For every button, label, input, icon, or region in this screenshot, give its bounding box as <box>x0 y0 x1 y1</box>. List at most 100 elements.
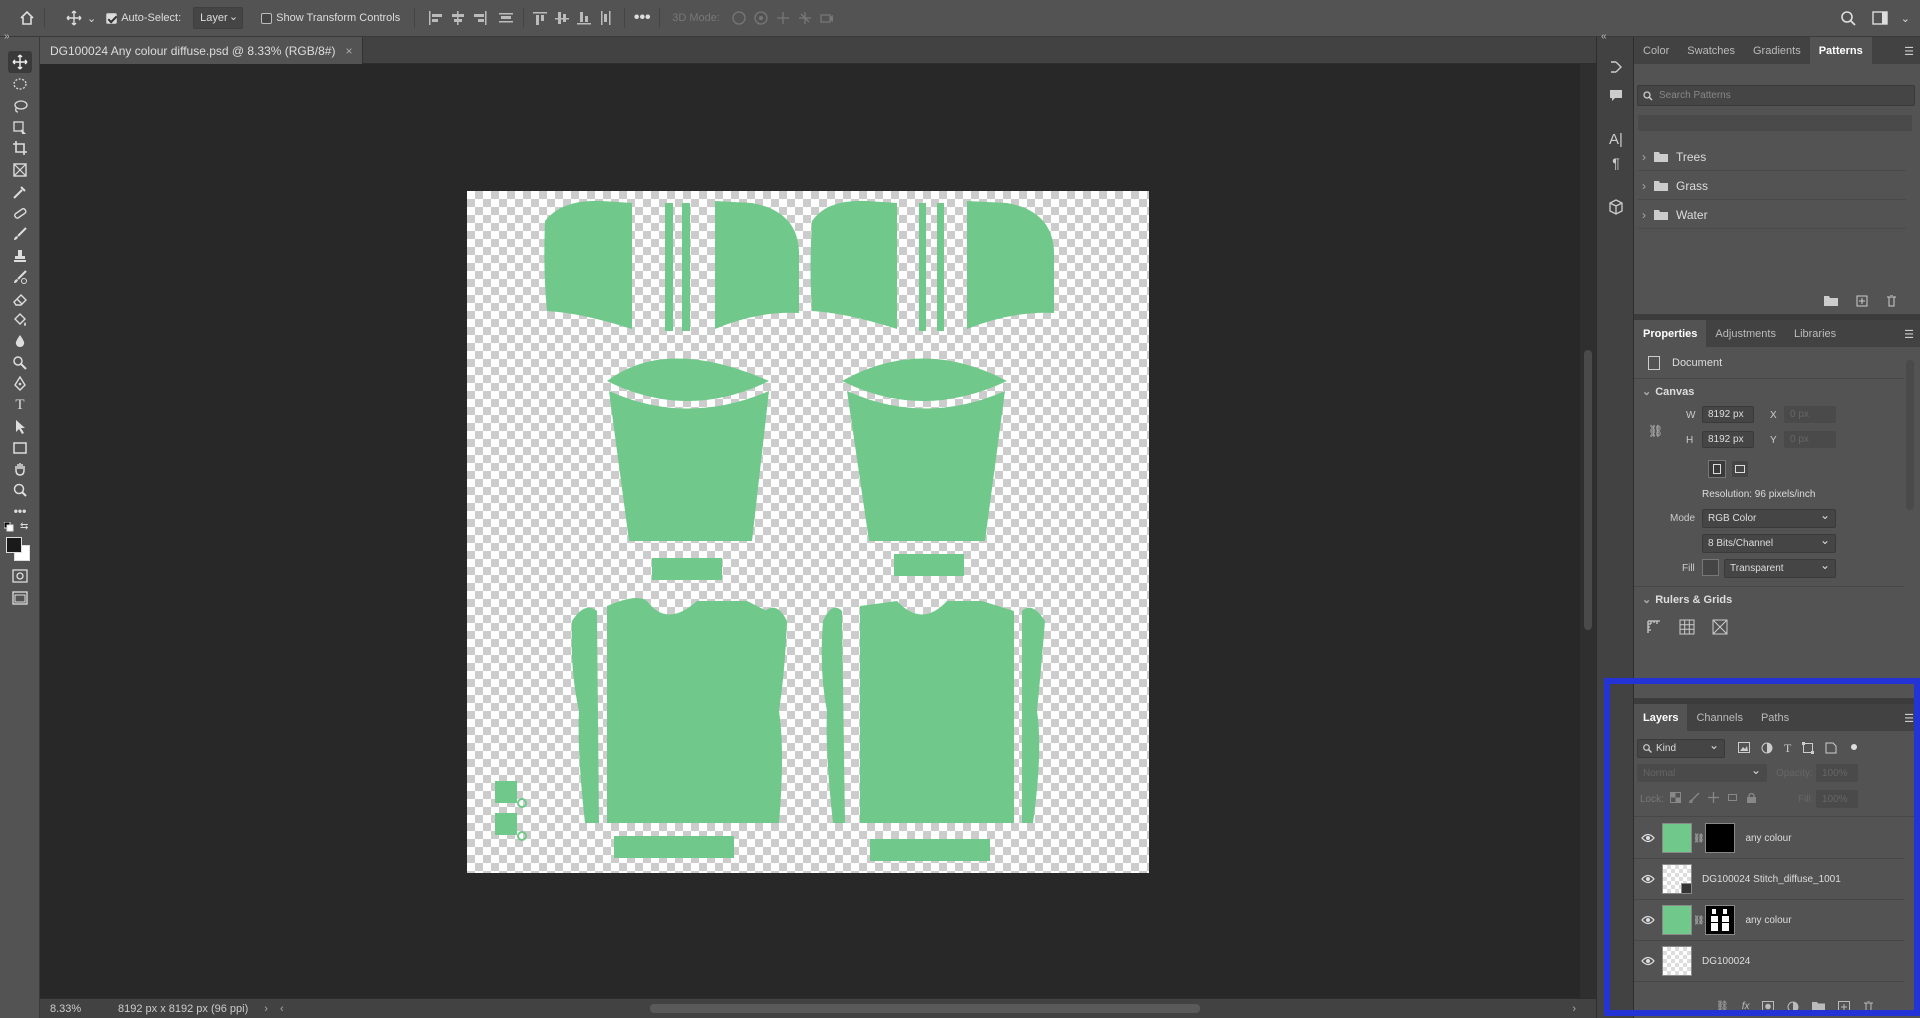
filter-pixel-icon[interactable] <box>1738 742 1750 754</box>
move-tool-icon[interactable] <box>63 7 85 29</box>
fill-select[interactable]: Transparent <box>1724 558 1836 578</box>
opacity-field[interactable]: 100% <box>1816 764 1858 782</box>
filter-shape-icon[interactable] <box>1802 742 1815 754</box>
tab-patterns[interactable]: Patterns <box>1809 37 1872 64</box>
expand-dock-icon[interactable]: « <box>1601 31 1607 42</box>
fill-field[interactable]: 100% <box>1816 790 1858 808</box>
layer-name[interactable]: DG100024 <box>1702 956 1750 967</box>
paragraph-panel-icon[interactable]: ¶ <box>1604 151 1628 175</box>
dodge-tool-button[interactable] <box>8 352 32 374</box>
brush-tool-button[interactable] <box>8 223 32 245</box>
new-pattern-icon[interactable] <box>1856 295 1868 307</box>
bit-depth-select[interactable]: 8 Bits/Channel <box>1702 533 1836 553</box>
tool-preset-chevron-icon[interactable]: ⌄ <box>87 12 96 25</box>
blend-mode-select[interactable]: Normal <box>1637 763 1767 782</box>
lasso-tool-button[interactable] <box>8 95 32 117</box>
more-options-icon[interactable]: ••• <box>631 7 653 29</box>
eyedropper-tool-button[interactable] <box>8 181 32 203</box>
align-left-icon[interactable] <box>425 7 447 29</box>
search-icon[interactable] <box>1837 7 1859 29</box>
scroll-left-icon[interactable]: ‹ <box>280 1003 284 1015</box>
type-tool-button[interactable]: T <box>8 394 32 416</box>
pattern-folder-grass[interactable]: › Grass <box>1638 172 1906 200</box>
visibility-eye-icon[interactable] <box>1634 833 1662 843</box>
layer-mask-thumbnail[interactable] <box>1705 823 1736 853</box>
lock-transparent-icon[interactable] <box>1670 792 1681 803</box>
adjustment-layer-icon[interactable] <box>1787 1001 1799 1013</box>
vertical-scroll-thumb[interactable] <box>1584 350 1592 630</box>
canvas-height-field[interactable]: 8192 px <box>1702 431 1754 448</box>
panel-menu-icon[interactable]: ☰ <box>1904 45 1914 58</box>
status-expand-icon[interactable]: › <box>264 1003 268 1015</box>
new-layer-icon[interactable] <box>1838 1001 1851 1013</box>
portrait-orientation-icon[interactable] <box>1708 460 1726 478</box>
3d-roll-icon[interactable] <box>750 7 772 29</box>
layer-name[interactable]: DG100024 Stitch_diffuse_1001 <box>1702 874 1841 885</box>
3d-slide-icon[interactable] <box>794 7 816 29</box>
document-canvas[interactable] <box>467 191 1149 873</box>
canvas-x-field[interactable]: 0 px <box>1784 406 1836 423</box>
new-group-icon[interactable] <box>1812 1001 1826 1013</box>
layer-mask-thumbnail[interactable] <box>1705 905 1736 935</box>
filter-toggle-icon[interactable] <box>1848 742 1860 754</box>
document-tab[interactable]: DG100024 Any colour diffuse.psd @ 8.33% … <box>40 37 364 64</box>
zoom-level[interactable]: 8.33% <box>50 1003 106 1015</box>
new-group-icon[interactable] <box>1824 295 1838 307</box>
hand-tool-button[interactable] <box>8 458 32 480</box>
history-panel-icon[interactable] <box>1604 55 1628 79</box>
pattern-folder-trees[interactable]: › Trees <box>1638 143 1906 171</box>
tab-channels[interactable]: Channels <box>1687 704 1751 731</box>
layer-row[interactable]: DG100024 Stitch_diffuse_1001 <box>1634 859 1904 900</box>
pattern-preview-slider[interactable] <box>1638 115 1912 131</box>
delete-layer-icon[interactable] <box>1863 1001 1874 1013</box>
path-selection-tool-button[interactable] <box>8 416 32 438</box>
marquee-tool-button[interactable] <box>8 73 32 95</box>
foreground-color-swatch[interactable] <box>6 537 22 553</box>
auto-select-target-dropdown[interactable]: Layer ⌄ <box>193 7 244 29</box>
collapse-toolbar-icon[interactable]: » <box>4 31 10 42</box>
tab-paths[interactable]: Paths <box>1752 704 1798 731</box>
workspace-chevron-icon[interactable]: ⌄ <box>1901 12 1910 25</box>
3d-panel-icon[interactable] <box>1604 195 1628 219</box>
color-mode-select[interactable]: RGB Color <box>1702 508 1836 528</box>
filter-smart-object-icon[interactable] <box>1825 742 1837 754</box>
auto-select-checkbox[interactable] <box>106 12 118 24</box>
tab-layers[interactable]: Layers <box>1634 704 1688 731</box>
move-tool-button[interactable] <box>8 51 32 73</box>
horizontal-scroll-thumb[interactable] <box>650 1004 1200 1013</box>
home-icon[interactable] <box>16 7 38 29</box>
layer-row[interactable]: ⛓ any colour <box>1634 900 1904 941</box>
tab-gradients[interactable]: Gradients <box>1744 37 1810 64</box>
swap-colors-icon[interactable]: ⇆ <box>20 521 28 532</box>
clone-stamp-tool-button[interactable] <box>8 245 32 267</box>
lock-all-icon[interactable] <box>1746 792 1757 803</box>
fill-swatch[interactable] <box>1702 559 1719 576</box>
align-center-h-icon[interactable] <box>447 7 469 29</box>
panel-menu-icon[interactable]: ☰ <box>1904 712 1914 725</box>
chain-link-icon[interactable]: ⛓ <box>1693 915 1704 926</box>
quick-mask-icon[interactable] <box>8 565 32 587</box>
3d-scale-icon[interactable] <box>816 7 838 29</box>
lock-artboard-icon[interactable] <box>1727 792 1738 803</box>
rulers-icon[interactable] <box>1646 619 1662 635</box>
pattern-search-input[interactable]: Search Patterns <box>1637 85 1915 106</box>
chain-link-icon[interactable]: ⛓ <box>1693 833 1704 844</box>
distribute-vertical-icon[interactable] <box>495 7 517 29</box>
show-transform-checkbox[interactable] <box>261 12 273 24</box>
tab-properties[interactable]: Properties <box>1634 320 1707 347</box>
scroll-right-icon[interactable]: › <box>1572 1003 1576 1015</box>
character-panel-icon[interactable]: A| <box>1604 127 1628 151</box>
workspace-icon[interactable] <box>1869 7 1891 29</box>
paint-bucket-tool-button[interactable] <box>8 309 32 331</box>
tab-swatches[interactable]: Swatches <box>1678 37 1744 64</box>
align-bottom-icon[interactable] <box>574 7 596 29</box>
screen-mode-icon[interactable] <box>8 587 32 609</box>
visibility-eye-icon[interactable] <box>1634 915 1662 925</box>
3d-orbit-icon[interactable] <box>728 7 750 29</box>
layer-row[interactable]: ⛓ any colour <box>1634 818 1904 859</box>
rulers-grids-section-header[interactable]: ⌄ Rulers & Grids <box>1642 593 1732 606</box>
panel-menu-icon[interactable]: ☰ <box>1904 328 1914 341</box>
visibility-eye-icon[interactable] <box>1634 874 1662 884</box>
align-top-icon[interactable] <box>530 7 552 29</box>
pen-tool-button[interactable] <box>8 373 32 395</box>
